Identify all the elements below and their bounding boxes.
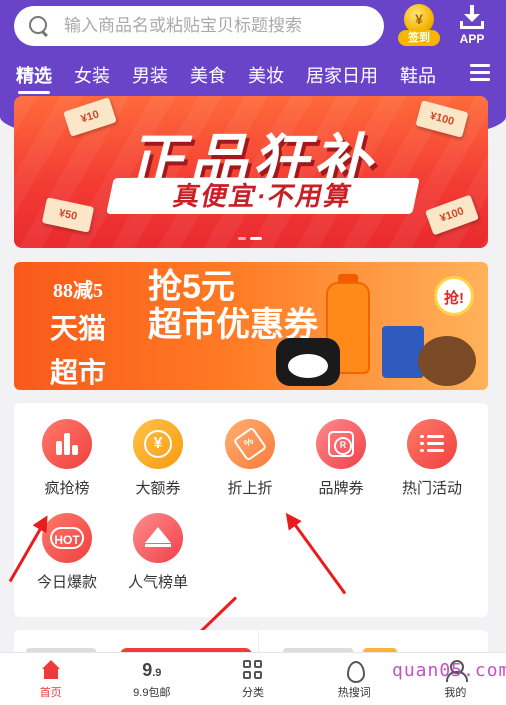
nav-label: 我的	[444, 687, 467, 699]
discount-text: 88减5	[53, 280, 103, 302]
carousel-dot[interactable]	[238, 237, 246, 240]
grid-item-popular-list[interactable]: 人气榜单	[113, 513, 203, 592]
nav-hot-search[interactable]: 热搜词	[304, 653, 405, 705]
grid-item-label: 折上折	[227, 480, 273, 497]
grid-item-hot-rank[interactable]: 疯抢榜	[22, 419, 112, 498]
bar-chart-icon	[42, 419, 92, 469]
banner-subtitle: 真便宜·不用算	[106, 178, 420, 214]
fire-icon	[343, 659, 366, 683]
nav-label: 首页	[39, 687, 62, 699]
grid-item-label: 人气榜单	[127, 574, 188, 591]
tmall-cat-icon	[276, 338, 340, 386]
app-label: APP	[459, 32, 485, 46]
category-tabs: 精选 女装 男装 美食 美妆 居家日用 鞋品	[0, 58, 506, 94]
yen-coin-icon: ¥	[133, 419, 183, 469]
banner-left-text: 88减5 天猫 超市	[28, 274, 128, 390]
supermarket-text: 超市	[49, 357, 106, 388]
crown-icon	[133, 513, 183, 563]
watermark: quan05.com	[392, 660, 506, 681]
download-icon	[460, 4, 484, 30]
nav-label: 热搜词	[337, 687, 371, 699]
grid-item-label: 品牌券	[318, 480, 364, 497]
tmall-text: 天猫	[49, 313, 106, 344]
grid-item-extra-discount[interactable]: % 折上折	[205, 419, 295, 498]
app-download-button[interactable]: APP	[452, 4, 492, 46]
promo-banner-carousel[interactable]: ¥10 ¥100 ¥50 ¥100 正品狂补 真便宜·不用算	[14, 96, 488, 248]
home-icon	[40, 659, 62, 681]
tab-mens[interactable]: 男装	[132, 62, 168, 88]
discount-tag-icon: %	[225, 419, 275, 469]
signin-button[interactable]: ¥ 签到	[398, 4, 440, 46]
search-bar[interactable]	[14, 6, 384, 46]
search-input[interactable]	[64, 16, 364, 36]
grid-item-big-coupon[interactable]: ¥ 大额券	[113, 419, 203, 498]
tab-beauty[interactable]: 美妆	[248, 62, 284, 88]
grab-coupon-button[interactable]: 抢!	[434, 276, 474, 316]
feature-grid: 疯抢榜 ¥ 大额券 % 折上折 品牌券 热门活动 HOT 今日爆款	[14, 403, 488, 617]
grid-item-hot-events[interactable]: 热门活动	[387, 419, 477, 498]
grid-item-label: 今日爆款	[36, 574, 97, 591]
product-box	[382, 326, 424, 378]
tab-shoes[interactable]: 鞋品	[400, 62, 436, 88]
tab-featured[interactable]: 精选	[16, 62, 52, 94]
nav-label: 9.9包邮	[133, 687, 171, 699]
search-icon	[28, 15, 50, 37]
nav-category[interactable]: 分类	[202, 653, 303, 705]
brand-icon	[316, 419, 366, 469]
carousel-dots	[238, 237, 262, 240]
nav-home[interactable]: 首页	[0, 653, 101, 705]
header: ¥ 签到 APP 精选 女装 男装 美食 美妆 居家日用 鞋品	[0, 0, 506, 94]
nav-free-shipping[interactable]: 9.9 9.9包邮	[101, 653, 202, 705]
tab-womens[interactable]: 女装	[74, 62, 110, 88]
grid-item-label: 热门活动	[401, 480, 462, 497]
carousel-dot-active[interactable]	[250, 237, 262, 240]
grid-item-brand-coupon[interactable]: 品牌券	[296, 419, 386, 498]
nav-label: 分类	[242, 687, 264, 699]
tmall-supermarket-banner[interactable]: 88减5 天猫 超市 抢5元 超市优惠券 抢!	[14, 262, 488, 390]
tab-home[interactable]: 居家日用	[306, 62, 378, 88]
tab-food[interactable]: 美食	[190, 62, 226, 88]
grid-item-label: 疯抢榜	[44, 480, 90, 497]
list-icon	[407, 419, 457, 469]
grid-item-label: 大额券	[135, 480, 181, 497]
snack-bowl	[418, 336, 476, 386]
nine-nine-icon: 9.9	[142, 660, 162, 680]
category-grid-icon	[242, 659, 264, 681]
signin-label: 签到	[398, 30, 440, 46]
menu-icon[interactable]	[470, 64, 490, 82]
